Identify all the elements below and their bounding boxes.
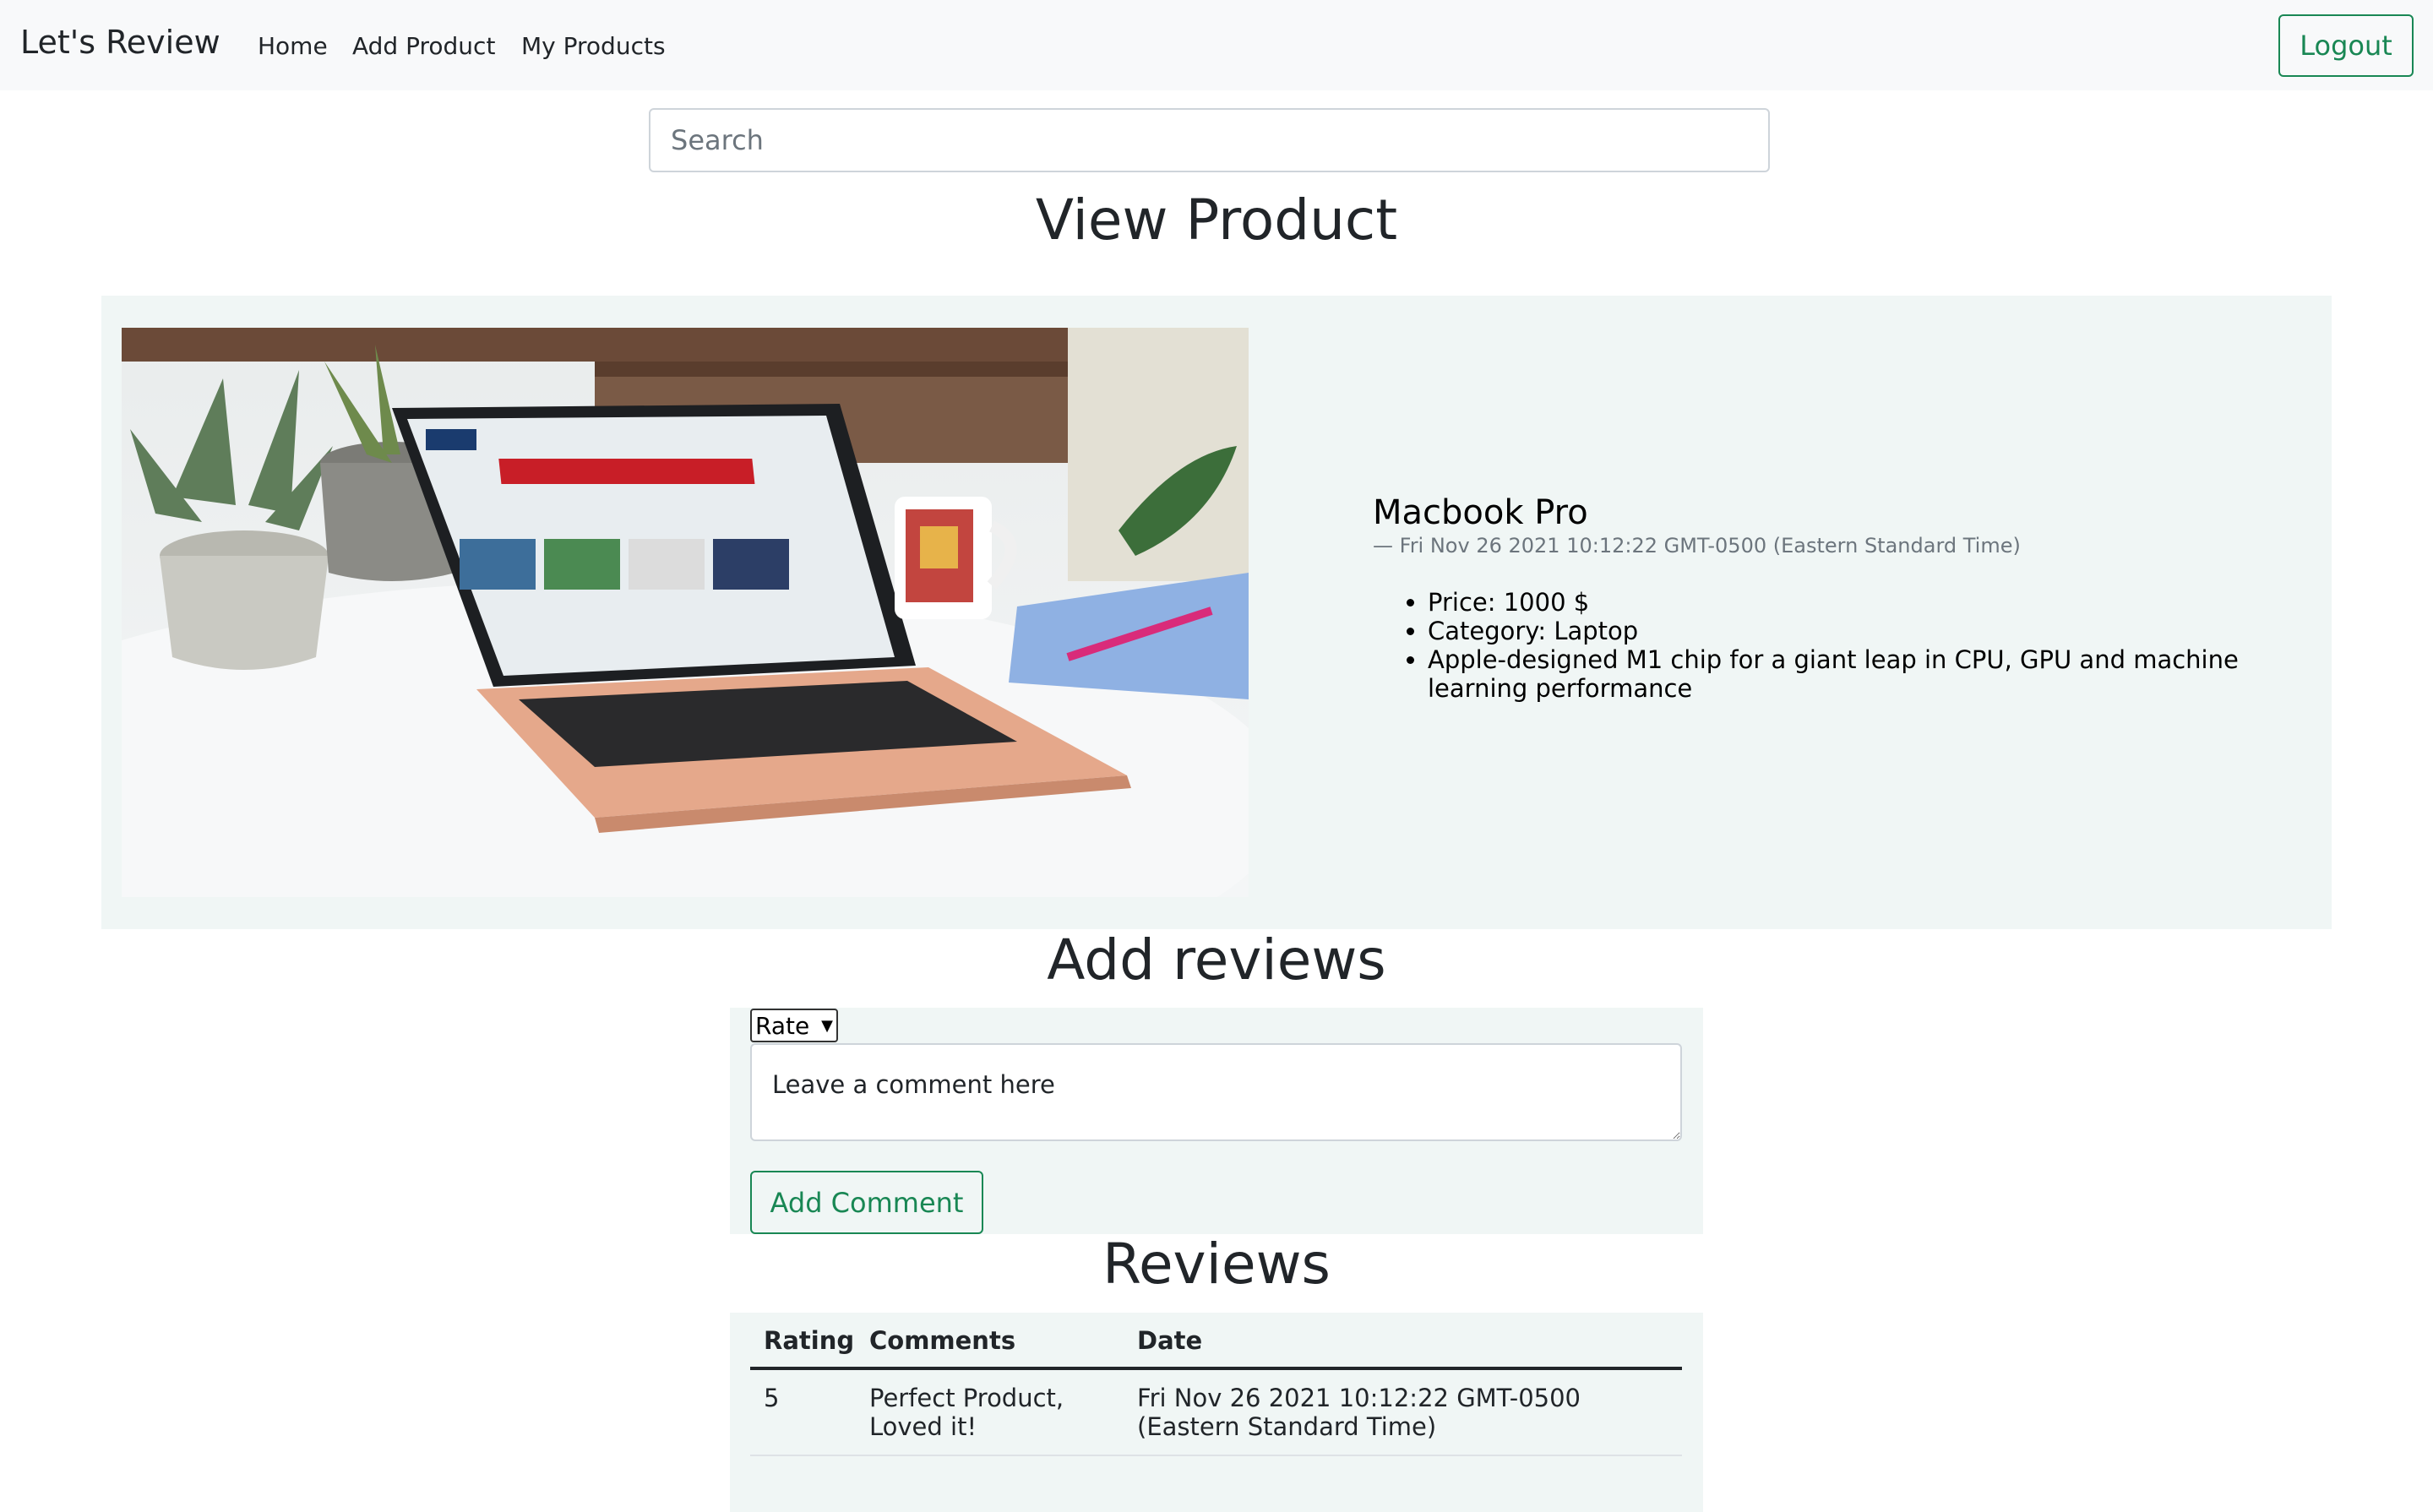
- nav-link-add-product[interactable]: Add Product: [352, 32, 495, 60]
- product-name: Macbook Pro: [1373, 493, 1588, 532]
- product-image: [122, 328, 1249, 897]
- column-header-date: Date: [1137, 1326, 1203, 1355]
- table-cell-rating: 5: [764, 1384, 780, 1412]
- table-header-divider: [750, 1367, 1682, 1370]
- product-details-list: Price: 1000 $ Category: Laptop Apple-des…: [1402, 588, 2298, 703]
- table-row-divider: [750, 1455, 1682, 1456]
- reviews-heading: Reviews: [1102, 1232, 1331, 1297]
- view-product-heading: View Product: [1035, 188, 1398, 253]
- rate-select[interactable]: Rate ▼: [750, 1009, 838, 1042]
- search-input[interactable]: [649, 108, 1770, 172]
- table-cell-comment: Perfect Product, Loved it!: [869, 1384, 1064, 1441]
- product-description: Apple-designed M1 chip for a giant leap …: [1428, 645, 2298, 703]
- column-header-comments: Comments: [869, 1326, 1016, 1355]
- column-header-rating: Rating: [764, 1326, 855, 1355]
- rate-select-value: Rate: [755, 1011, 810, 1040]
- add-reviews-heading: Add reviews: [1047, 927, 1386, 993]
- product-price: Price: 1000 $: [1428, 588, 2298, 617]
- nav-link-my-products[interactable]: My Products: [521, 32, 666, 60]
- product-date: — Fri Nov 26 2021 10:12:22 GMT-0500 (Eas…: [1373, 534, 2021, 557]
- comment-textarea[interactable]: [750, 1043, 1682, 1141]
- nav-link-home[interactable]: Home: [258, 32, 328, 60]
- add-comment-button[interactable]: Add Comment: [750, 1171, 983, 1234]
- laptop-photo-icon: [122, 328, 1249, 897]
- logout-button[interactable]: Logout: [2278, 14, 2414, 77]
- brand-logo[interactable]: Let's Review: [20, 24, 220, 61]
- product-category: Category: Laptop: [1428, 617, 2298, 645]
- chevron-down-icon: ▼: [821, 1016, 833, 1035]
- table-cell-date: Fri Nov 26 2021 10:12:22 GMT-0500 (Easte…: [1137, 1384, 1581, 1441]
